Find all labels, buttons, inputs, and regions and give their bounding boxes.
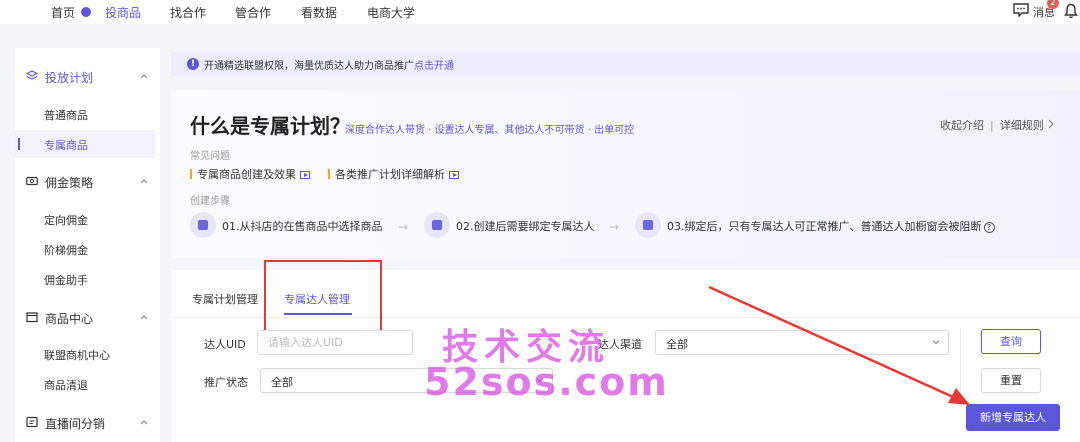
query-button[interactable]: 查询 — [981, 329, 1041, 354]
notice-link[interactable]: 点击开通 — [414, 61, 454, 72]
sidebar-item-targeted-commission[interactable]: 定向佣金 — [15, 205, 155, 233]
step-arrow-icon: → — [398, 220, 409, 234]
plan-intro-title: 什么是专属计划？ — [190, 114, 350, 138]
nav-item-home[interactable]: 首页 — [51, 4, 75, 21]
sidebar-group-live-distribution[interactable]: 直播间分销 — [15, 408, 160, 438]
plan-intro-card: 什么是专属计划？ 深度合作达人带货 · 设置达人专属、其他达人不可带货 · 出单… — [171, 90, 1080, 258]
chevron-right-icon[interactable] — [1047, 119, 1055, 129]
sidebar-item-label: 阶梯佣金 — [44, 244, 88, 257]
filter-divider — [960, 328, 961, 408]
sidebar-item-label: 联盟商机中心 — [44, 349, 110, 362]
talent-channel-select[interactable]: 全部 — [655, 330, 949, 355]
collapse-intro-link[interactable]: 收起介绍 — [940, 119, 984, 132]
faq-link-exclusive-product-creation[interactable]: 专属商品创建及效果 — [190, 166, 310, 182]
help-icon[interactable]: ? — [983, 222, 995, 233]
video-play-icon — [449, 171, 459, 179]
select-value: 全部 — [271, 376, 293, 389]
sidebar-group-label: 商品中心 — [45, 312, 94, 326]
chevron-up-icon — [140, 74, 148, 79]
detailed-rules-link[interactable]: 详细规则 — [1000, 119, 1044, 132]
active-indicator — [18, 138, 20, 150]
talent-uid-input[interactable] — [257, 330, 413, 355]
faq-marker — [328, 169, 330, 179]
chevron-up-icon — [140, 420, 148, 425]
chevron-down-icon — [932, 340, 940, 345]
step-bag-icon — [190, 212, 216, 238]
step-user-icon — [635, 212, 661, 238]
sidebar-group-delivery-plan[interactable]: 投放计划 — [15, 62, 160, 92]
chevron-up-icon — [140, 315, 148, 320]
faq-label: 常见问题 — [190, 151, 230, 162]
faq-marker — [190, 169, 192, 179]
plan-intro-subtitle: 深度合作达人带货 · 设置达人专属、其他达人不可带货 · 出单可控 — [345, 125, 635, 136]
step-text: 01.从抖店的在售商品中选择商品 — [222, 220, 383, 233]
sidebar-item-label: 商品清退 — [44, 379, 88, 392]
tab-exclusive-plan-management[interactable]: 专属计划管理 — [192, 291, 258, 307]
sidebar-item-label: 专属商品 — [44, 139, 88, 152]
add-exclusive-talent-button[interactable]: 新增专属达人 — [966, 404, 1060, 431]
sidebar-item-normal-products[interactable]: 普通商品 — [15, 100, 155, 128]
sidebar-group-label: 佣金策略 — [45, 176, 94, 190]
select-value: 全部 — [666, 338, 688, 351]
sidebar-item-tiered-commission[interactable]: 阶梯佣金 — [15, 235, 155, 263]
sidebar-item-commission-assistant[interactable]: 佣金助手 — [15, 265, 155, 293]
sidebar-item-label: 定向佣金 — [44, 214, 88, 227]
plan-intro-actions: 收起介绍 | 详细规则 — [940, 119, 1044, 132]
faq-link-promotion-plan-analysis[interactable]: 各类推广计划详细解析 — [328, 166, 459, 182]
message-badge: 2 — [1047, 0, 1059, 9]
sidebar-item-product-clearance[interactable]: 商品清退 — [15, 370, 155, 398]
management-panel: 专属计划管理 专属达人管理 达人UID 达人渠道 全部 推广状态 全部 查询 重… — [171, 260, 1080, 442]
coupon-icon — [26, 176, 38, 186]
video-play-icon — [300, 171, 310, 179]
layers-icon — [26, 70, 38, 80]
promotion-status-label: 推广状态 — [204, 376, 248, 389]
notice-bar: ! 开通精选联盟权限，海量优质达人助力商品推广点击开通 — [171, 52, 1080, 76]
message-icon[interactable] — [1013, 3, 1029, 17]
sidebar-group-commission-strategy[interactable]: 佣金策略 — [15, 167, 160, 197]
nav-item-find-cooperation[interactable]: 找合作 — [170, 4, 206, 21]
live-icon — [26, 416, 38, 428]
notice-text: 开通精选联盟权限，海量优质达人助力商品推广点击开通 — [204, 61, 454, 72]
sidebar-item-label: 佣金助手 — [44, 274, 88, 287]
top-nav: 首页 投商品 找合作 管合作 看数据 电商大学 消息 2 — [0, 0, 1080, 24]
active-dot-icon — [81, 7, 91, 17]
step-text: 02.创建后需要绑定专属达人 — [456, 220, 595, 233]
steps-label: 创建步骤 — [190, 196, 230, 207]
sidebar-group-product-center[interactable]: 商品中心 — [15, 303, 160, 333]
info-icon: ! — [187, 58, 199, 70]
nav-item-ecommerce-university[interactable]: 电商大学 — [367, 4, 415, 21]
nav-item-manage-cooperation[interactable]: 管合作 — [235, 4, 271, 21]
step-bookmark-icon — [424, 212, 450, 238]
sidebar-item-alliance-opportunity-center[interactable]: 联盟商机中心 — [15, 340, 155, 368]
reset-button[interactable]: 重置 — [981, 368, 1041, 393]
annotation-highlight-box — [264, 260, 382, 332]
step-text: 03.绑定后，只有专属达人可正常推广、普通达人加橱窗会被阻断? — [667, 218, 995, 234]
sidebar-group-label: 投放计划 — [45, 71, 94, 85]
nav-item-data[interactable]: 看数据 — [301, 4, 337, 21]
shop-icon — [26, 312, 38, 323]
sidebar-group-label: 直播间分销 — [45, 417, 106, 431]
sidebar: 投放计划 普通商品 专属商品 佣金策略 定向佣金 阶梯佣金 佣金助手 商品中心 … — [15, 48, 160, 442]
chevron-up-icon — [140, 179, 148, 184]
sidebar-item-label: 普通商品 — [44, 109, 88, 122]
step-arrow-icon: → — [609, 220, 620, 234]
sidebar-item-exclusive-products[interactable]: 专属商品 — [15, 130, 155, 158]
nav-item-products[interactable]: 投商品 — [105, 4, 141, 21]
watermark-line-2: 52sos.com — [424, 360, 669, 404]
bell-icon[interactable] — [1064, 3, 1078, 19]
talent-uid-label: 达人UID — [204, 338, 246, 351]
